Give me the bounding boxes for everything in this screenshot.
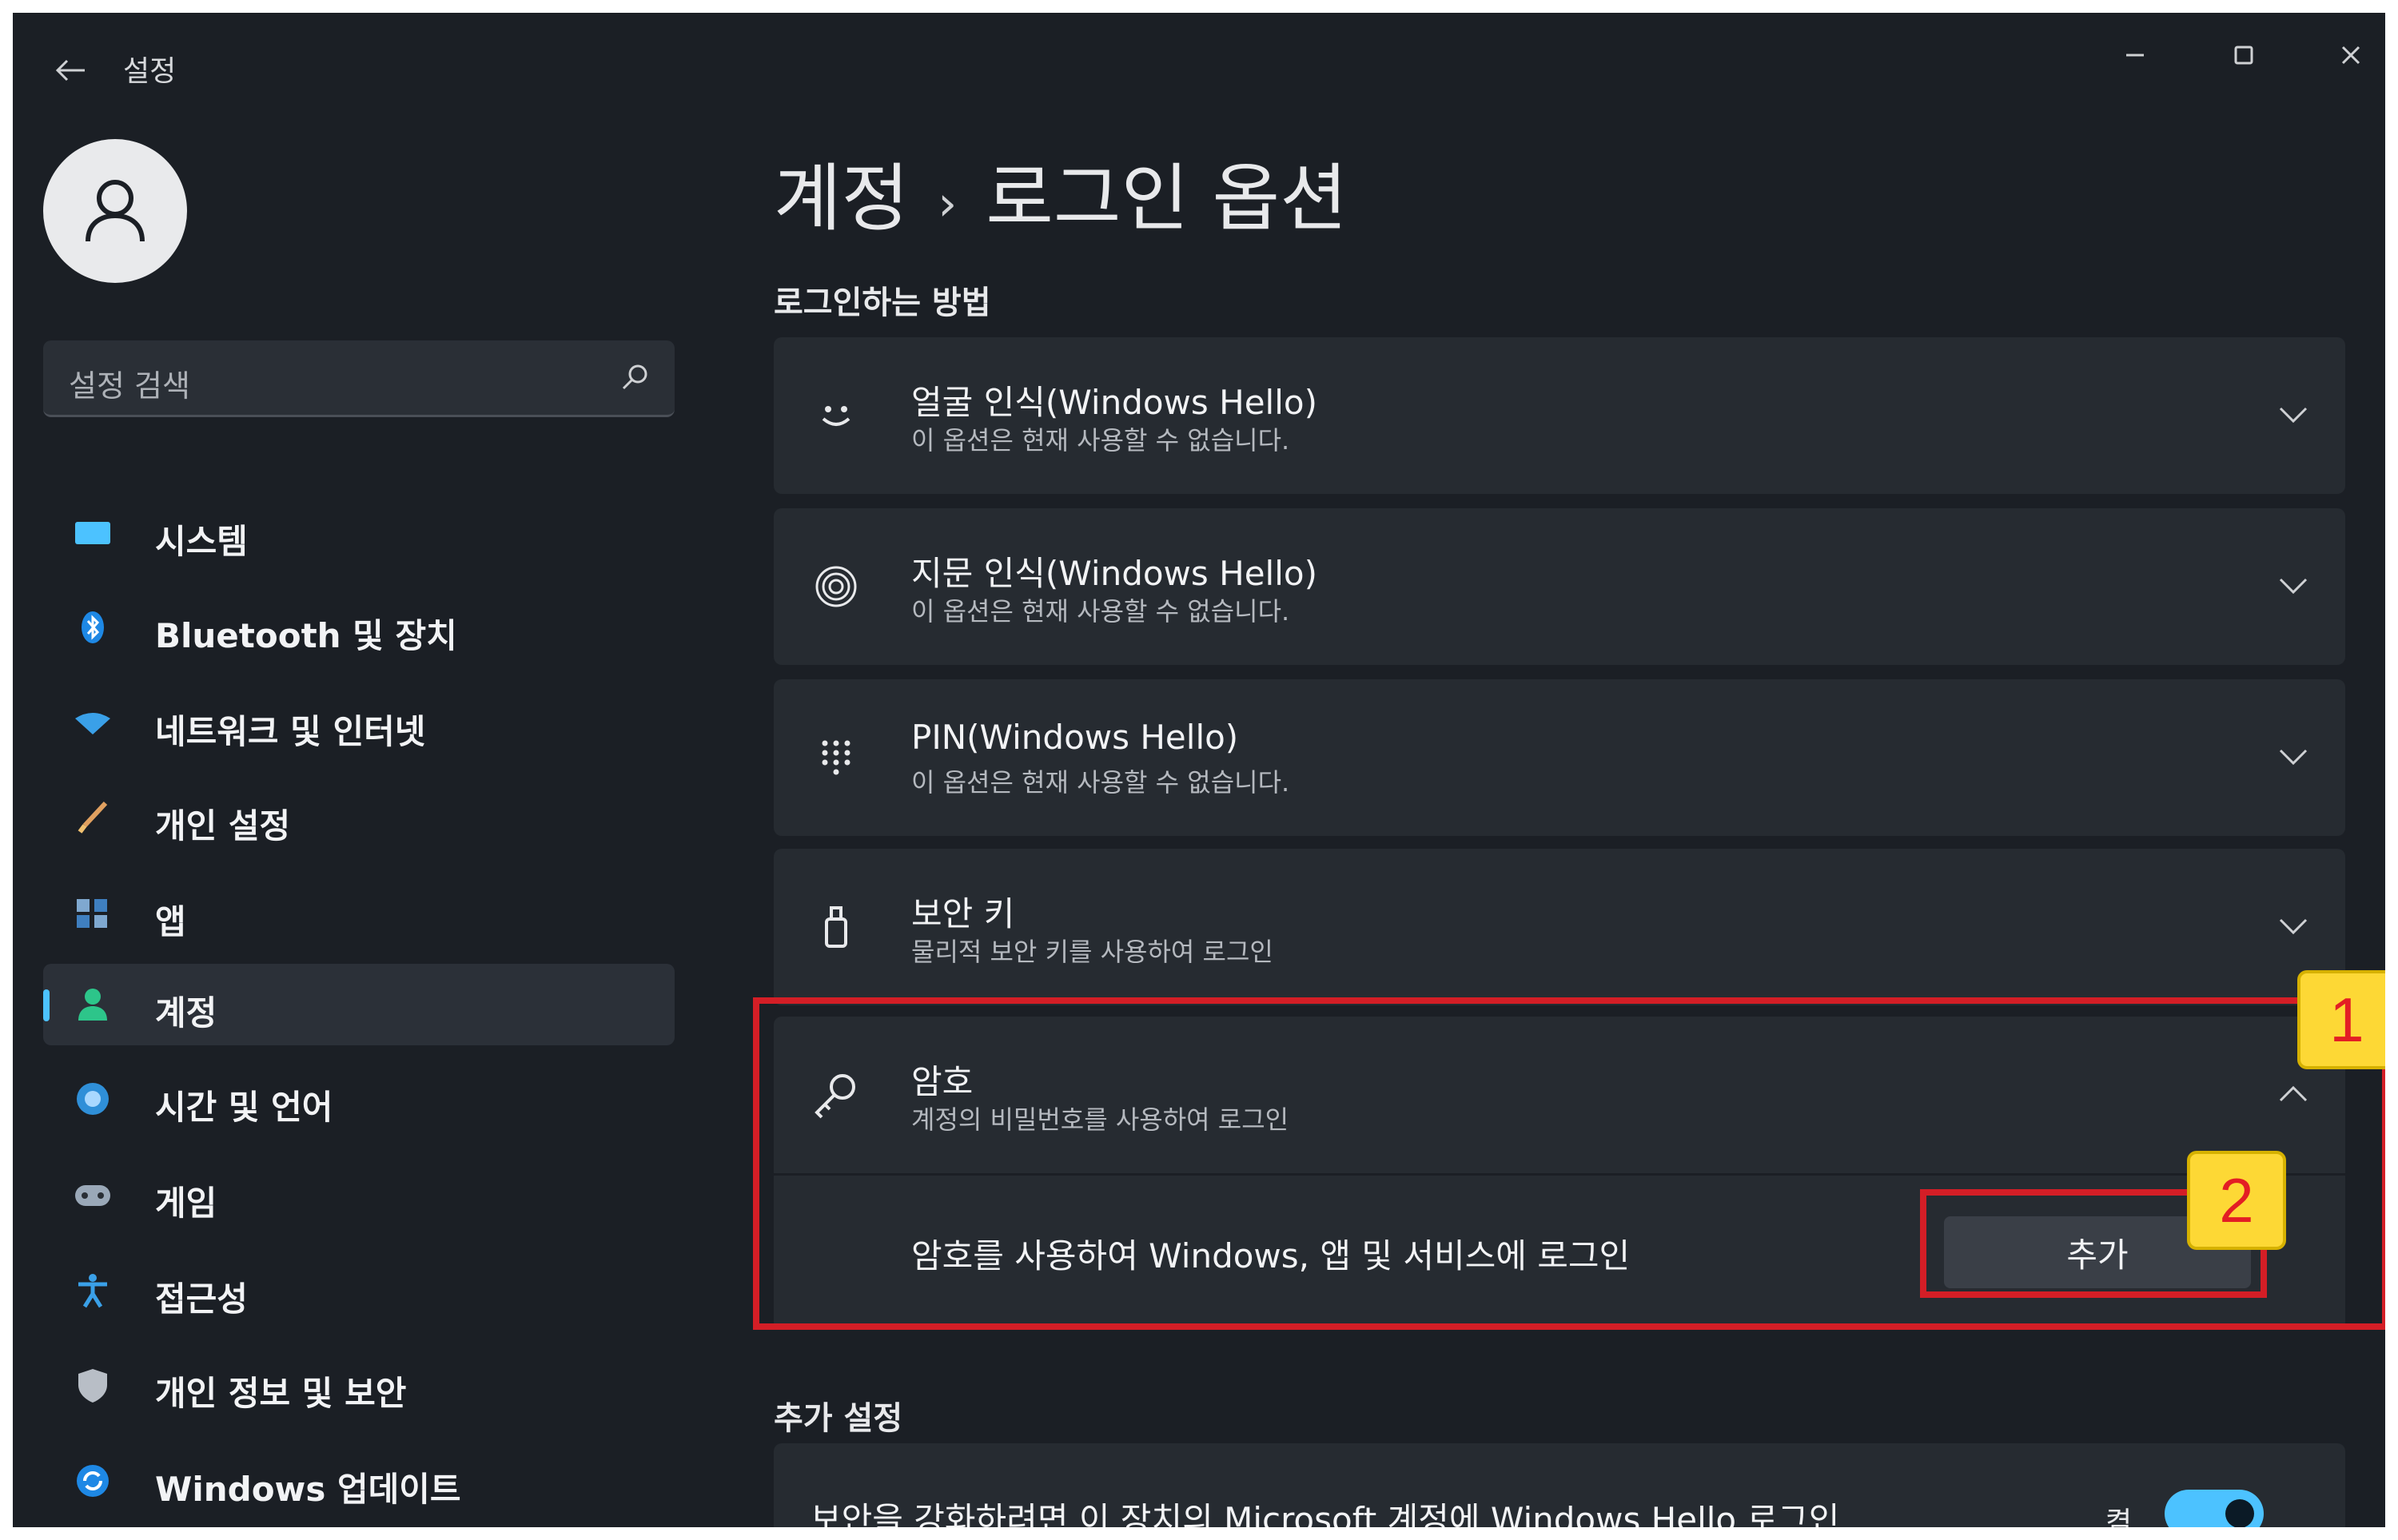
sidebar-item-label: 시간 및 언어: [155, 1088, 333, 1127]
minimize-button[interactable]: [2091, 27, 2179, 83]
step-badge-2: 2: [2187, 1151, 2286, 1250]
chevron-down-icon[interactable]: [2273, 395, 2313, 435]
apps-icon: [74, 894, 112, 933]
setting-windows-hello-only: 보안을 강화하려면 이 장치의 Microsoft 계정에 Windows He…: [774, 1443, 2345, 1527]
search-icon: [622, 364, 647, 390]
option-pin[interactable]: PIN(Windows Hello) 이 옵션은 현재 사용할 수 없습니다.: [774, 679, 2345, 836]
sidebar-item-label: 게임: [155, 1184, 217, 1223]
gamepad-icon: [74, 1176, 112, 1214]
option-security-key[interactable]: 보안 키 물리적 보안 키를 사용하여 로그인: [774, 849, 2345, 1005]
sidebar-item-bluetooth[interactable]: Bluetooth 및 장치: [43, 587, 675, 668]
option-title: 지문 인식(Windows Hello): [911, 554, 1317, 593]
sidebar-item-apps[interactable]: 앱: [43, 873, 675, 954]
sidebar-item-gaming[interactable]: 게임: [43, 1154, 675, 1236]
system-icon: [74, 514, 112, 552]
app-title: 설정: [123, 55, 177, 88]
section-title-additional: 추가 설정: [774, 1400, 903, 1437]
avatar[interactable]: [43, 139, 187, 283]
search-input[interactable]: 설정 검색: [43, 340, 675, 417]
chevron-down-icon[interactable]: [2273, 566, 2313, 606]
option-subtitle: 이 옵션은 현재 사용할 수 없습니다.: [911, 425, 1290, 456]
chevron-down-icon[interactable]: [2273, 737, 2313, 777]
sidebar-item-accounts[interactable]: 계정: [43, 964, 675, 1045]
sidebar-item-privacy-security[interactable]: 개인 정보 및 보안: [43, 1344, 675, 1426]
breadcrumb-current: 로그인 옵션: [986, 156, 1348, 241]
chevron-down-icon[interactable]: [2273, 906, 2313, 946]
sidebar-item-label: 계정: [155, 993, 217, 1033]
sidebar-item-windows-update[interactable]: Windows 업데이트: [43, 1440, 675, 1522]
settings-window: 설정 설정 검색 시스템 Bluetooth 및 장치 네트워크 및 인터넷 개…: [13, 13, 2385, 1527]
option-subtitle: 이 옵션은 현재 사용할 수 없습니다.: [911, 767, 1290, 798]
sidebar-item-personalization[interactable]: 개인 설정: [43, 777, 675, 858]
sidebar-item-time-language[interactable]: 시간 및 언어: [43, 1058, 675, 1140]
bluetooth-icon: [74, 608, 112, 647]
sidebar-item-label: 개인 설정: [155, 806, 291, 846]
brush-icon: [74, 798, 112, 837]
sidebar-item-network[interactable]: 네트워크 및 인터넷: [43, 682, 675, 764]
sidebar-item-label: 시스템: [155, 522, 248, 561]
step-badge-1: 1: [2297, 970, 2385, 1069]
pin-keypad-icon: [812, 734, 860, 782]
sidebar-item-label: Bluetooth 및 장치: [155, 616, 457, 655]
option-title: 얼굴 인식(Windows Hello): [911, 383, 1317, 422]
security-key-icon: [812, 903, 860, 951]
user-icon: [86, 180, 145, 242]
sidebar-item-label: Windows 업데이트: [155, 1470, 461, 1509]
page-title: 계정 › 로그인 옵션: [774, 139, 1348, 245]
back-button[interactable]: [46, 46, 94, 94]
sidebar-item-label: 앱: [155, 902, 186, 941]
accessibility-icon: [74, 1271, 112, 1310]
selected-indicator: [43, 989, 50, 1021]
section-title-signin-methods: 로그인하는 방법: [774, 285, 991, 321]
breadcrumb-parent[interactable]: 계정: [774, 156, 909, 241]
sidebar-item-system[interactable]: 시스템: [43, 492, 675, 574]
sidebar-item-accessibility[interactable]: 접근성: [43, 1250, 675, 1331]
title-bar: 설정: [13, 13, 2385, 101]
update-icon: [74, 1462, 112, 1500]
sidebar-item-label: 개인 정보 및 보안: [155, 1374, 407, 1413]
sidebar-item-label: 네트워크 및 인터넷: [155, 712, 426, 751]
search-placeholder: 설정 검색: [69, 368, 190, 404]
account-icon: [74, 985, 112, 1024]
option-title: 보안 키: [911, 894, 1015, 933]
back-arrow-icon: [55, 59, 85, 82]
close-icon: [2341, 46, 2360, 65]
sidebar-item-label: 접근성: [155, 1279, 248, 1319]
hello-signin-toggle[interactable]: [2165, 1490, 2264, 1527]
close-button[interactable]: [2307, 27, 2385, 83]
maximize-button[interactable]: [2200, 27, 2288, 83]
option-face-recognition[interactable]: 얼굴 인식(Windows Hello) 이 옵션은 현재 사용할 수 없습니다…: [774, 337, 2345, 494]
breadcrumb-separator: ›: [938, 175, 958, 232]
globe-icon: [74, 1080, 112, 1118]
shield-icon: [74, 1366, 112, 1404]
setting-label: 보안을 강화하려면 이 장치의 Microsoft 계정에 Windows He…: [811, 1500, 1840, 1527]
network-icon: [74, 704, 112, 742]
face-icon: [812, 392, 860, 440]
maximize-icon: [2234, 46, 2253, 65]
option-subtitle: 물리적 보안 키를 사용하여 로그인: [911, 937, 1273, 967]
option-subtitle: 이 옵션은 현재 사용할 수 없습니다.: [911, 596, 1290, 627]
option-fingerprint[interactable]: 지문 인식(Windows Hello) 이 옵션은 현재 사용할 수 없습니다…: [774, 508, 2345, 665]
toggle-state-label: 켬: [2105, 1506, 2133, 1527]
minimize-icon: [2126, 54, 2144, 57]
fingerprint-icon: [812, 563, 860, 611]
toggle-knob: [2225, 1499, 2254, 1527]
option-title: PIN(Windows Hello): [911, 718, 1239, 757]
